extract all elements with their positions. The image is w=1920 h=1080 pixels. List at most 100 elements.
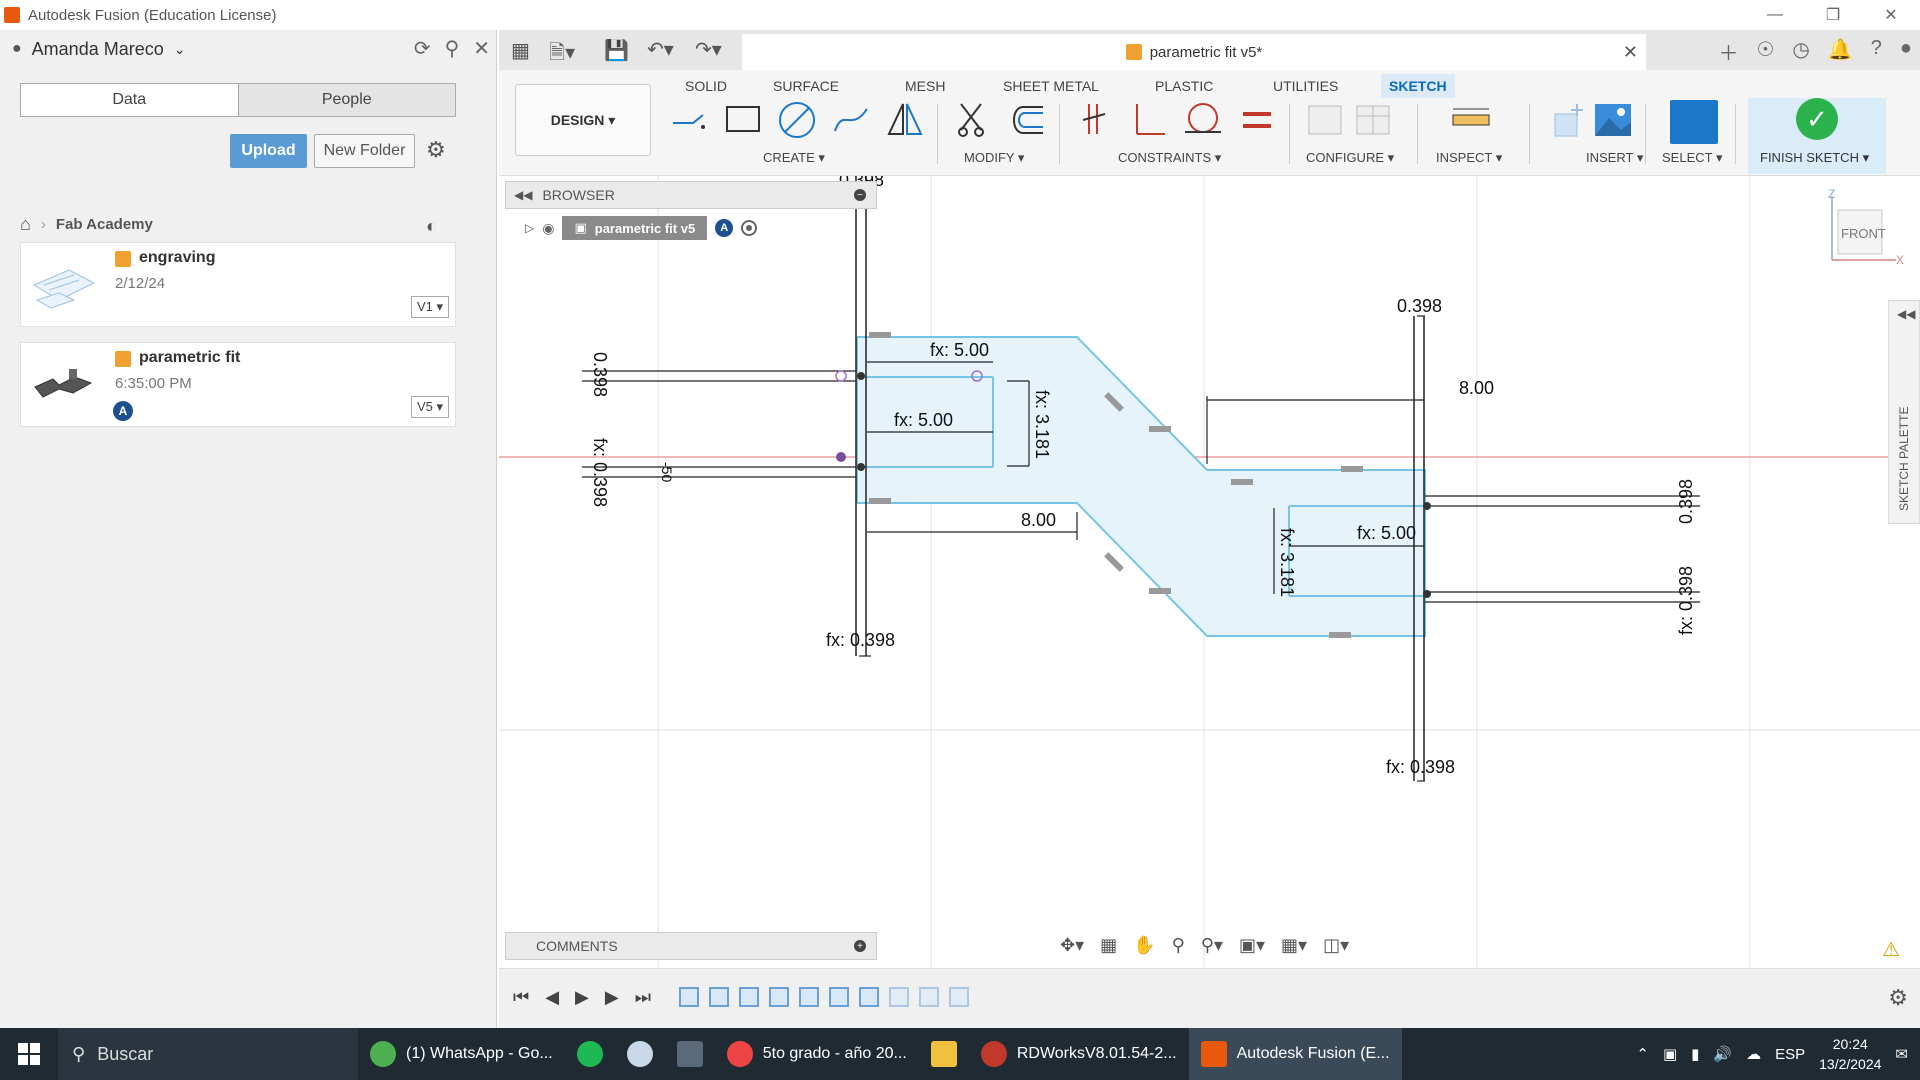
home-icon[interactable]: ⌂ [20, 214, 31, 235]
taskbar-app-fusion[interactable]: Autodesk Fusion (E... [1188, 1028, 1402, 1080]
minimize-browser-icon[interactable]: − [854, 189, 866, 201]
view-cube[interactable]: FRONT Z X [1826, 187, 1906, 268]
undo-icon[interactable]: ↶▾ [647, 37, 674, 62]
document-tab[interactable]: parametric fit v5* ✕ [742, 34, 1646, 70]
equal-constraint-icon[interactable] [1237, 100, 1277, 140]
tab-data[interactable]: Data [21, 84, 239, 116]
dim-right-top[interactable]: 0.398 [1397, 296, 1442, 316]
visibility-eye-icon[interactable]: ◉ [542, 220, 554, 237]
create-menu[interactable]: CREATE ▾ [763, 150, 825, 166]
close-panel-icon[interactable]: ✕ [473, 36, 490, 61]
dim-right-side-top[interactable]: 0.398 [1676, 479, 1696, 524]
coincident-constraint-icon[interactable] [1075, 100, 1115, 140]
inspect-menu[interactable]: INSPECT ▾ [1436, 150, 1502, 166]
look-at-icon[interactable]: ▦ [1100, 935, 1117, 956]
taskbar-search[interactable]: ⚲ Buscar [58, 1028, 358, 1080]
sketch-point[interactable] [1423, 502, 1431, 510]
timeline-sketch-icon[interactable] [919, 987, 939, 1007]
step-back-icon[interactable]: ◀ [545, 987, 559, 1008]
timeline-settings-gear-icon[interactable]: ⚙ [1888, 985, 1908, 1011]
select-tool-icon[interactable] [1670, 100, 1718, 144]
tab-sheet-metal[interactable]: SHEET METAL [995, 74, 1107, 98]
expand-triangle-icon[interactable]: ▷ [525, 221, 534, 235]
timeline-extrude-icon[interactable] [709, 987, 729, 1007]
close-tab-icon[interactable]: ✕ [1623, 42, 1638, 63]
play-icon[interactable]: ▶ [575, 987, 589, 1008]
dim-left-small[interactable]: -50 [659, 462, 675, 482]
timeline-sketch-icon[interactable] [859, 987, 879, 1007]
activate-radio-icon[interactable] [741, 220, 758, 236]
trim-scissors-icon[interactable] [953, 100, 993, 140]
tab-plastic[interactable]: PLASTIC [1147, 74, 1221, 98]
modify-menu[interactable]: MODIFY ▾ [964, 150, 1024, 166]
dim-height-left[interactable]: fx: 3.181 [1032, 390, 1052, 459]
minimize-icon[interactable]: — [1746, 0, 1804, 30]
globe-icon[interactable]: ◐ [426, 216, 437, 237]
taskbar-app-rdworks[interactable]: RDWorksV8.01.54-2... [969, 1028, 1189, 1080]
timeline-extrude-icon[interactable] [769, 987, 789, 1007]
dim-bottom-fx[interactable]: fx: 0.398 [826, 630, 895, 650]
tangent-constraint-icon[interactable] [1183, 100, 1223, 140]
viewports-icon[interactable]: ◫▾ [1323, 935, 1349, 956]
chevron-up-icon[interactable]: ⌃ [1636, 1045, 1649, 1063]
circle-tool-icon[interactable] [777, 100, 817, 140]
tab-mesh[interactable]: MESH [897, 74, 953, 98]
version-dropdown[interactable]: V5 ▾ [411, 396, 449, 418]
dim-right-width[interactable]: fx: 5.00 [1357, 523, 1416, 543]
browser-panel-header[interactable]: ◀◀ BROWSER − [505, 181, 877, 209]
user-name[interactable]: Amanda Mareco [32, 39, 164, 60]
sketch-profile[interactable] [856, 336, 1426, 637]
notification-center-icon[interactable]: ✉ [1895, 1045, 1908, 1063]
step-forward-icon[interactable]: ▶ [605, 987, 619, 1008]
windows-start-icon[interactable] [0, 1028, 58, 1080]
help-icon[interactable]: ? [1871, 37, 1882, 66]
taskbar-app-spotify[interactable] [565, 1028, 615, 1080]
taskbar-app-whatsapp[interactable]: (1) WhatsApp - Go... [358, 1028, 565, 1080]
redo-icon[interactable]: ↷▾ [695, 37, 722, 62]
view-cube-graphic[interactable]: FRONT Z X [1826, 187, 1906, 268]
close-window-icon[interactable]: ✕ [1862, 0, 1920, 30]
cloud-icon[interactable]: ☁ [1746, 1045, 1761, 1063]
insert-derive-icon[interactable] [1547, 100, 1587, 140]
notifications-icon[interactable]: 🔔 [1828, 37, 1853, 66]
spline-tool-icon[interactable] [831, 100, 871, 140]
collapse-double-chevron-icon[interactable]: ◀◀ [514, 188, 532, 202]
timeline-sketch-icon[interactable] [679, 987, 699, 1007]
app-grid-icon[interactable]: ▦ [511, 38, 530, 63]
origin-point[interactable] [836, 452, 846, 462]
display-settings-icon[interactable]: ▣▾ [1239, 935, 1265, 956]
timeline-sketch-icon[interactable] [739, 987, 759, 1007]
root-component-node[interactable]: ▣ parametric fit v5 [562, 216, 708, 240]
timeline-extrude-icon[interactable] [949, 987, 969, 1007]
breadcrumb-project[interactable]: Fab Academy [56, 216, 153, 233]
view-cube-face[interactable]: FRONT [1841, 226, 1886, 241]
save-icon[interactable]: 💾 [604, 38, 629, 63]
configure-menu[interactable]: CONFIGURE ▾ [1306, 150, 1394, 166]
clock[interactable]: 20:24 13/2/2024 [1819, 1034, 1881, 1074]
mirror-tool-icon[interactable] [885, 100, 925, 140]
comments-panel[interactable]: COMMENTS + [505, 932, 877, 960]
display-icon[interactable]: ▣ [1663, 1045, 1677, 1063]
grid-settings-icon[interactable]: ▦▾ [1281, 935, 1307, 956]
sketch-point[interactable] [857, 372, 865, 380]
rectangle-tool-icon[interactable] [723, 100, 763, 140]
language-indicator[interactable]: ESP [1775, 1046, 1805, 1063]
sketch-point[interactable] [857, 463, 865, 471]
configure-grid-icon[interactable] [1353, 100, 1393, 140]
constraints-menu[interactable]: CONSTRAINTS ▾ [1118, 150, 1221, 166]
volume-icon[interactable]: 🔊 [1713, 1045, 1732, 1063]
battery-icon[interactable]: ▮ [1691, 1045, 1699, 1063]
taskbar-app-paint[interactable] [615, 1028, 665, 1080]
go-to-start-icon[interactable]: ⏮ [513, 987, 529, 1008]
dim-right-side-fx[interactable]: fx: 0.398 [1676, 566, 1696, 635]
dim-top-width[interactable]: fx: 5.00 [930, 340, 989, 360]
finish-sketch-button[interactable]: ✓ FINISH SKETCH ▾ [1748, 98, 1886, 174]
search-icon[interactable]: ⚲ [445, 36, 460, 61]
settings-gear-icon[interactable]: ⚙ [426, 137, 446, 163]
job-status-icon[interactable]: ◷ [1792, 37, 1809, 66]
pan-hand-icon[interactable]: ✋ [1133, 935, 1155, 956]
dim-bottom-length[interactable]: 8.00 [1021, 510, 1056, 530]
file-menu-icon[interactable]: 🗎▾ [549, 38, 575, 72]
sketch-point[interactable] [835, 370, 847, 382]
tab-surface[interactable]: SURFACE [765, 74, 847, 98]
